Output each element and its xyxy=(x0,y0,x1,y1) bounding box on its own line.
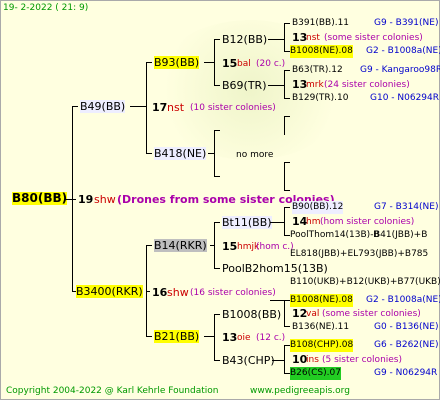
g15-row-4[interactable]: B63(TR).12 xyxy=(292,64,343,77)
g15-row-2-note: (some sister colonies) xyxy=(324,33,423,43)
dam-mark: shw xyxy=(167,286,189,299)
gp3-queen[interactable]: B14(RKR) xyxy=(154,239,207,252)
dam-gen: 16 xyxy=(152,286,168,299)
g15-row-4-id[interactable]: G9 - Kangaroo98R xyxy=(360,64,440,77)
g15-row-5-mark: mrk xyxy=(306,80,324,90)
g15-row-11[interactable]: B110(UKB)+B12(UKB)+B77(UKB) xyxy=(290,276,440,289)
g15-row-15-id[interactable]: G6 - B262(NE) xyxy=(374,339,438,352)
gp1-note: (20 c.) xyxy=(256,59,286,69)
sire-gen: 17 xyxy=(152,101,168,114)
g15-row-3[interactable]: B1008(NE).08 xyxy=(290,45,353,58)
ggp8-queen[interactable]: B43(CHP) xyxy=(222,354,275,367)
g15-row-17-id[interactable]: G9 - N06294R xyxy=(374,367,437,380)
dam-note: (16 sister colonies) xyxy=(190,288,276,298)
gp2-queen[interactable]: B418(NE) xyxy=(154,147,207,160)
footer-copyright: Copyright 2004-2022 @ Karl Kehrle Founda… xyxy=(6,386,219,396)
g15-row-7[interactable]: B90(BB).12 xyxy=(292,201,344,214)
g15-row-17[interactable]: B26(CS).07 xyxy=(290,367,341,380)
gp2-no-more: no more xyxy=(236,150,274,160)
g15-row-16-note: (5 sister colonies) xyxy=(322,355,403,365)
gp1-gen: 15 xyxy=(222,57,238,70)
g15-row-12[interactable]: B1008(NE).08 xyxy=(290,294,353,307)
sire-note: (10 sister colonies) xyxy=(190,103,276,113)
gp4-note: (12 c.) xyxy=(256,333,286,343)
gp1-mark: bal xyxy=(237,59,251,69)
gp4-queen[interactable]: B21(BB) xyxy=(154,330,200,343)
g15-row-14[interactable]: B136(NE).11 xyxy=(292,321,349,334)
footer-site-link[interactable]: www.pedigreeapis.org xyxy=(250,385,350,398)
ggp7-queen[interactable]: B1008(BB) xyxy=(222,308,281,321)
dam-queen[interactable]: B3400(RKR) xyxy=(76,285,143,298)
ggp6-queen[interactable]: PoolB2hom15(13B) xyxy=(222,262,328,275)
gp4-mark: oie xyxy=(237,333,251,343)
g15-row-15[interactable]: B108(CHP).08 xyxy=(290,339,354,352)
root-gen: 19 xyxy=(78,193,94,206)
g15-row-6[interactable]: B129(TR).10 xyxy=(292,92,348,105)
sire-queen[interactable]: B49(BB) xyxy=(80,100,126,113)
root-queen[interactable]: B80(BB) xyxy=(12,192,68,205)
ggp1-queen[interactable]: B12(BB) xyxy=(222,33,267,46)
gp4-gen: 13 xyxy=(222,331,238,344)
g15-row-10[interactable]: EL818(JBB)+EL793(JBB)+B785 xyxy=(290,248,428,261)
g15-row-16-mark: ins xyxy=(306,355,319,365)
timestamp: 19- 2-2022 ( 21: 9) xyxy=(3,3,89,13)
g15-row-7-id[interactable]: G7 - B314(NE) xyxy=(374,201,438,214)
g15-row-1[interactable]: B391(BB).11 xyxy=(292,17,349,30)
root-mark: shw xyxy=(94,193,116,206)
ggp5-queen[interactable]: Bt11(BB) xyxy=(222,216,272,229)
g15-row-9[interactable]: PoolThom14(13B)-B xyxy=(290,229,379,242)
g15-row-6-id[interactable]: G10 - N06294R xyxy=(370,92,439,105)
g15-row-2-mark: nst xyxy=(306,33,320,43)
g15-row-14-id[interactable]: G0 - B136(NE) xyxy=(374,321,438,334)
sire-mark: nst xyxy=(167,101,185,114)
ggp2-queen[interactable]: B69(TR) xyxy=(222,79,267,92)
g15-row-13-note: (some sister colonies) xyxy=(322,309,421,319)
g15-row-8-mark: hm xyxy=(306,217,321,227)
g15-row-8-note: (hom sister colonies) xyxy=(320,217,415,227)
g15-row-12-id[interactable]: G2 - B1008a(NE) xyxy=(366,294,440,307)
gp3-note: (hom c.) xyxy=(256,242,294,252)
gp3-gen: 15 xyxy=(222,240,238,253)
gp1-queen[interactable]: B93(BB) xyxy=(154,56,200,69)
g15-row-1-id[interactable]: G9 - B391(NE) xyxy=(374,17,438,30)
g15-row-13-mark: val xyxy=(306,309,320,319)
g15-row-3-id[interactable]: G2 - B1008a(NE) xyxy=(366,45,440,58)
g15-row-5-note: (24 sister colonies) xyxy=(324,80,410,90)
g15-row-9-id[interactable]: B41(JBB)+B xyxy=(374,229,427,242)
